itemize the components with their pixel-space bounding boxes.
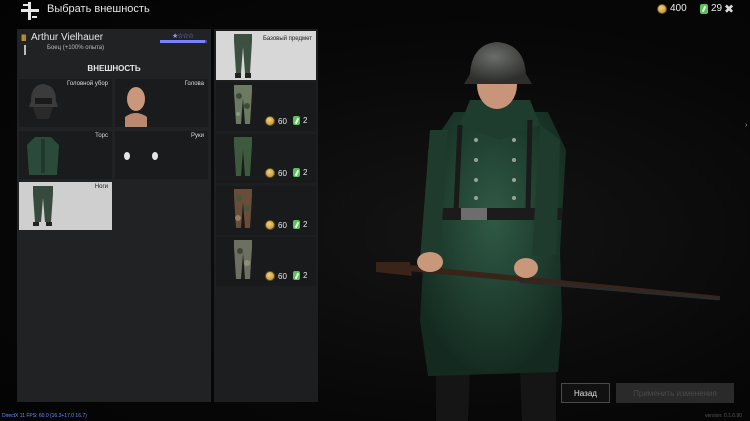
slot-label: Торс — [95, 133, 108, 139]
ticket-icon — [293, 220, 300, 229]
slot-headgear[interactable]: Головной убор — [19, 79, 112, 127]
ticket-value: 2 — [303, 116, 308, 125]
game-scene: Выбрать внешность 400 29 ✖ III Arthur Vi… — [0, 0, 750, 421]
ticket-balance: 29 — [700, 3, 722, 14]
price-value: 60 — [278, 220, 287, 230]
chevron-right-icon[interactable]: › — [745, 122, 750, 130]
appearance-panel: III Arthur Vielhauer Боец (+100% опыта) … — [17, 29, 211, 402]
soldier-class: Боец (+100% опыта) — [47, 45, 105, 51]
item-ticket-cost: 2 — [293, 271, 307, 280]
ticket-amount: 29 — [711, 3, 723, 14]
slot-label: Руки — [191, 133, 204, 139]
ticket-value: 2 — [303, 271, 308, 280]
page-title: Выбрать внешность — [47, 3, 150, 15]
item-price: 60 — [265, 220, 287, 230]
item-price: 60 — [265, 116, 287, 126]
ticket-value: 2 — [303, 220, 308, 229]
price-value: 60 — [278, 168, 287, 178]
slot-label: Ноги — [94, 184, 108, 190]
item-ticket-cost: 2 — [293, 116, 307, 125]
item-label: Базовый предмет — [262, 36, 312, 42]
silver-amount: 400 — [670, 3, 687, 14]
ticket-icon — [293, 168, 300, 177]
slot-torso[interactable]: Торс — [19, 131, 112, 179]
xp-bar-fill — [160, 40, 205, 43]
star-rating: ★☆☆☆ — [172, 33, 194, 40]
apply-changes-button[interactable]: Применить изменения — [616, 383, 734, 403]
section-title: ВНЕШНОСТЬ — [87, 64, 141, 73]
ticket-icon — [293, 271, 300, 280]
top-bar: Выбрать внешность 400 29 ✖ — [0, 0, 750, 22]
ticket-icon — [293, 116, 300, 125]
slot-legs[interactable]: Ноги — [19, 182, 112, 230]
silver-coin-icon — [265, 168, 275, 178]
item-base[interactable]: Базовый предмет — [216, 31, 316, 80]
ticket-value: 2 — [303, 168, 308, 177]
silver-coin-icon — [265, 220, 275, 230]
close-icon[interactable]: ✖ — [724, 2, 734, 16]
rifle-class-icon — [24, 45, 26, 55]
slot-label: Голова — [184, 81, 204, 87]
item-trousers-camo-3[interactable]: 60 2 — [216, 237, 316, 286]
slot-hands[interactable]: Руки — [115, 131, 208, 179]
silver-coin-icon — [265, 116, 275, 126]
version-label: version: 0.1.0.90 — [705, 413, 742, 419]
slot-head[interactable]: Голова — [115, 79, 208, 127]
menu-cross-icon[interactable] — [20, 1, 40, 21]
rank-icon: III — [21, 33, 26, 43]
item-ticket-cost: 2 — [293, 220, 307, 229]
silver-coin-icon — [265, 271, 275, 281]
item-ticket-cost: 2 — [293, 168, 307, 177]
price-value: 60 — [278, 116, 287, 126]
item-trousers-camo-2[interactable]: 60 2 — [216, 186, 316, 235]
price-value: 60 — [278, 271, 287, 281]
item-trousers-camo-1[interactable]: 60 2 — [216, 82, 316, 131]
back-button[interactable]: Назад — [561, 383, 610, 403]
item-price: 60 — [265, 168, 287, 178]
fps-counter: DirectX 11 FPS: 60.0 (16.3+17.0 16.7) — [2, 413, 87, 419]
item-trousers-green[interactable]: 60 2 — [216, 134, 316, 183]
ticket-icon — [700, 3, 708, 14]
item-price: 60 — [265, 271, 287, 281]
silver-balance: 400 — [657, 3, 687, 14]
slot-label: Головной убор — [67, 81, 108, 87]
items-panel: Базовый предмет 60 2 60 2 60 2 60 2 — [214, 29, 318, 402]
soldier-name: Arthur Vielhauer — [31, 32, 104, 43]
xp-bar — [160, 40, 207, 43]
silver-coin-icon — [657, 3, 667, 14]
